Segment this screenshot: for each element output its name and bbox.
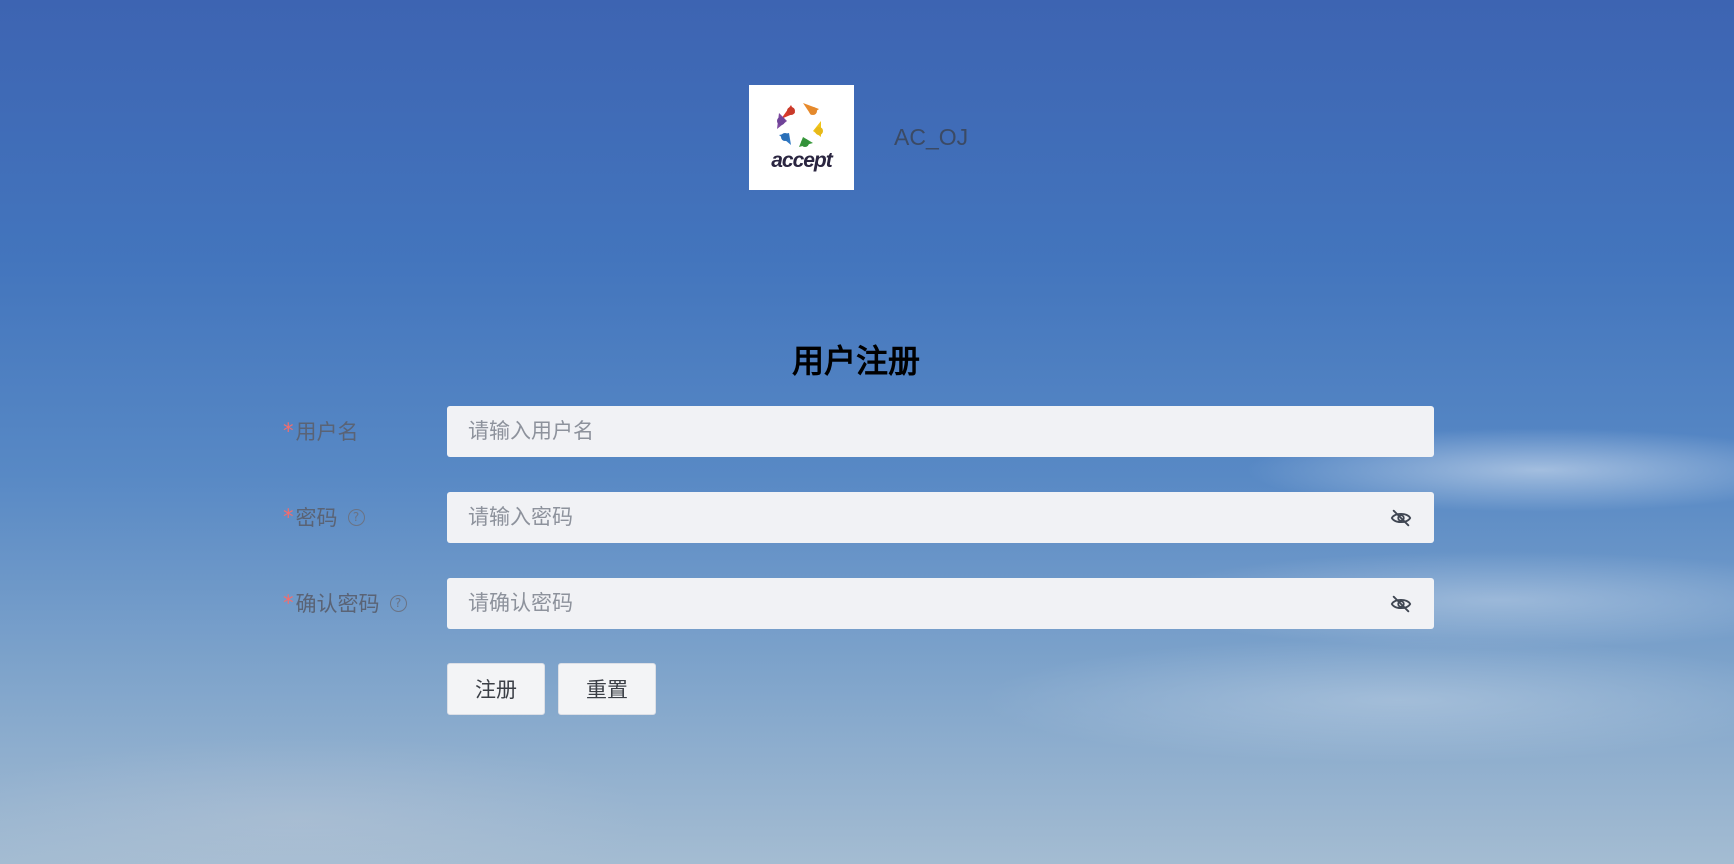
- required-mark: *: [283, 591, 294, 615]
- confirm-password-label-text: 确认密码: [295, 592, 380, 616]
- help-icon[interactable]: ?: [347, 508, 365, 526]
- password-row: * 密码 ?: [283, 491, 1434, 543]
- password-label-text: 密码: [295, 506, 338, 530]
- logo-text: accept: [771, 149, 833, 172]
- confirm-password-row: * 确认密码 ?: [283, 577, 1434, 629]
- username-input[interactable]: [447, 405, 1434, 457]
- password-field: [447, 491, 1434, 543]
- eye-off-icon[interactable]: [1390, 507, 1412, 529]
- required-mark: *: [283, 505, 294, 529]
- eye-off-icon[interactable]: [1390, 593, 1412, 615]
- username-label-text: 用户名: [295, 420, 359, 444]
- confirm-password-field: [447, 577, 1434, 629]
- reset-button[interactable]: 重置: [558, 663, 656, 715]
- confirm-password-input[interactable]: [447, 577, 1434, 629]
- password-input[interactable]: [447, 491, 1434, 543]
- password-label: * 密码 ?: [283, 502, 447, 532]
- brand-name: AC_OJ: [894, 124, 969, 150]
- username-label: * 用户名: [283, 416, 447, 446]
- required-mark: *: [283, 419, 294, 443]
- accept-logo: accept: [749, 85, 854, 190]
- form-actions: 注册 重置: [447, 663, 656, 715]
- confirm-password-label: * 确认密码 ?: [283, 588, 447, 618]
- username-row: * 用户名: [283, 405, 1434, 457]
- header: accept AC_OJ: [749, 85, 968, 190]
- register-button[interactable]: 注册: [447, 663, 545, 715]
- form-title: 用户注册: [791, 342, 920, 380]
- help-icon[interactable]: ?: [389, 594, 407, 612]
- username-field: [447, 405, 1434, 457]
